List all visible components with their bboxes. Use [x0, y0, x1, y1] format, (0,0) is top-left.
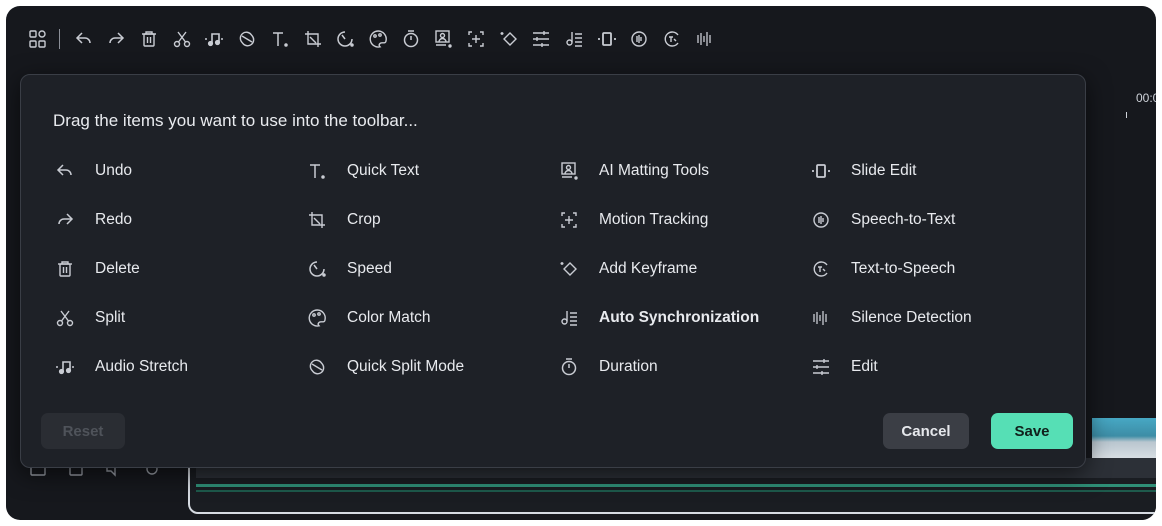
audio-waveform-line — [196, 484, 1156, 487]
customize-toolbar-dialog: Drag the items you want to use into the … — [20, 74, 1086, 468]
item-label: Edit — [851, 358, 878, 375]
edit-icon[interactable] — [527, 25, 555, 53]
item-text-to-speech[interactable]: Text-to-Speech — [807, 255, 955, 283]
audio-stretch-icon — [51, 353, 79, 381]
split-icon[interactable] — [168, 25, 196, 53]
keyframe-icon — [555, 255, 583, 283]
item-label: Quick Split Mode — [347, 358, 465, 375]
toolbar — [24, 22, 723, 56]
item-label: Split — [95, 309, 126, 326]
item-motion-tracking[interactable]: Motion Tracking — [555, 206, 708, 234]
timeline-time-label: 00:0 — [1136, 91, 1156, 105]
item-crop[interactable]: Crop — [303, 206, 381, 234]
auto-sync-icon — [555, 304, 583, 332]
quick-split-icon[interactable] — [233, 25, 261, 53]
redo-icon — [51, 206, 79, 234]
delete-icon — [51, 255, 79, 283]
item-silence-detection[interactable]: Silence Detection — [807, 304, 972, 332]
item-edit[interactable]: Edit — [807, 353, 878, 381]
silence-detection-icon[interactable] — [691, 25, 719, 53]
ai-matting-icon[interactable] — [429, 25, 457, 53]
item-label: Crop — [347, 211, 381, 228]
slide-edit-icon — [807, 157, 835, 185]
duration-icon — [555, 353, 583, 381]
item-label: Auto Synchronization — [599, 309, 760, 326]
item-label: Slide Edit — [851, 162, 917, 179]
audio-stretch-icon[interactable] — [200, 25, 228, 53]
slide-edit-icon[interactable] — [593, 25, 621, 53]
item-label: Speech-to-Text — [851, 211, 956, 228]
item-auto-synchronization[interactable]: Auto Synchronization — [555, 304, 759, 332]
auto-sync-icon[interactable] — [560, 25, 588, 53]
item-label: Undo — [95, 162, 133, 179]
undo-icon — [51, 157, 79, 185]
item-label: Motion Tracking — [599, 211, 709, 228]
item-quick-text[interactable]: Quick Text — [303, 157, 419, 185]
motion-tracking-icon[interactable] — [462, 25, 490, 53]
cancel-button[interactable]: Cancel — [883, 413, 969, 449]
text-to-speech-icon[interactable] — [658, 25, 686, 53]
editor-window: 00:0 Drag the items you want to use into… — [6, 6, 1156, 520]
dialog-title: Drag the items you want to use into the … — [53, 111, 418, 130]
color-match-icon[interactable] — [364, 25, 392, 53]
delete-icon[interactable] — [135, 25, 163, 53]
item-split[interactable]: Split — [51, 304, 125, 332]
save-button[interactable]: Save — [991, 413, 1073, 449]
silence-detection-icon — [807, 304, 835, 332]
item-delete[interactable]: Delete — [51, 255, 140, 283]
item-redo[interactable]: Redo — [51, 206, 132, 234]
toolbar-divider — [58, 29, 60, 49]
item-label: Speed — [347, 260, 392, 277]
item-speech-to-text[interactable]: Speech-to-Text — [807, 206, 955, 234]
item-label: Text-to-Speech — [851, 260, 956, 277]
item-slide-edit[interactable]: Slide Edit — [807, 157, 916, 185]
item-label: Color Match — [347, 309, 431, 326]
motion-tracking-icon — [555, 206, 583, 234]
item-ai-matting-tools[interactable]: AI Matting Tools — [555, 157, 709, 185]
item-label: Add Keyframe — [599, 260, 698, 277]
item-label: Quick Text — [347, 162, 420, 179]
item-label: Delete — [95, 260, 140, 277]
item-label: Audio Stretch — [95, 358, 189, 375]
item-speed[interactable]: Speed — [303, 255, 392, 283]
crop-icon[interactable] — [299, 25, 327, 53]
split-icon — [51, 304, 79, 332]
text-icon[interactable] — [266, 25, 294, 53]
item-color-match[interactable]: Color Match — [303, 304, 431, 332]
reset-button[interactable]: Reset — [41, 413, 125, 449]
item-audio-stretch[interactable]: Audio Stretch — [51, 353, 188, 381]
speed-icon — [303, 255, 331, 283]
duration-icon[interactable] — [397, 25, 425, 53]
quick-split-icon — [303, 353, 331, 381]
color-match-icon — [303, 304, 331, 332]
crop-icon — [303, 206, 331, 234]
item-label: Duration — [599, 358, 658, 375]
ai-matting-icon — [555, 157, 583, 185]
speech-to-text-icon[interactable] — [625, 25, 653, 53]
speech-to-text-icon — [807, 206, 835, 234]
item-duration[interactable]: Duration — [555, 353, 658, 381]
item-label: Redo — [95, 211, 133, 228]
audio-waveform-line-secondary — [196, 490, 1156, 492]
item-add-keyframe[interactable]: Add Keyframe — [555, 255, 697, 283]
undo-icon[interactable] — [70, 25, 98, 53]
text-icon — [303, 157, 331, 185]
keyframe-icon[interactable] — [495, 25, 523, 53]
edit-icon — [807, 353, 835, 381]
speed-icon[interactable] — [331, 25, 359, 53]
video-thumbnail — [1092, 418, 1156, 458]
timeline-tick — [1126, 112, 1127, 118]
redo-icon[interactable] — [102, 25, 130, 53]
item-undo[interactable]: Undo — [51, 157, 132, 185]
item-label: Silence Detection — [851, 309, 972, 326]
text-to-speech-icon — [807, 255, 835, 283]
apps-icon[interactable] — [24, 25, 52, 53]
item-quick-split-mode[interactable]: Quick Split Mode — [303, 353, 464, 381]
item-label: AI Matting Tools — [599, 162, 709, 179]
